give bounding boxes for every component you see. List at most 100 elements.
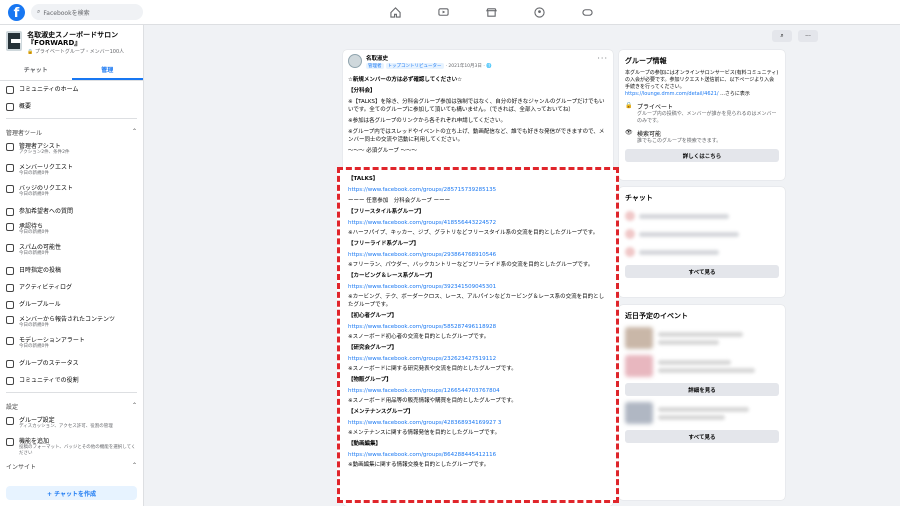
sidebar-item-status[interactable]: グループのステータス xyxy=(0,355,143,372)
group-description: 本グループの参加にはオンラインサロンサービス(有料コミュニティ)の入会が必要です… xyxy=(625,70,779,90)
sidebar-item-roles[interactable]: コミュニティでの役割 xyxy=(0,372,143,389)
event-item[interactable] xyxy=(625,355,779,377)
group-description: ※動画編集に関する情報交換を目的としたグループです。 xyxy=(348,462,490,468)
group-link[interactable]: https://www.facebook.com/groups/42836893… xyxy=(348,418,608,429)
member-request-icon xyxy=(6,164,14,172)
sidebar-item-home[interactable]: コミュニティのホーム xyxy=(0,81,143,98)
sidebar-item-questions[interactable]: 参加希望者への質問 xyxy=(0,203,143,220)
lounge-link[interactable]: https://lounge.dmm.com/detail/4621/ xyxy=(625,91,719,97)
search-icon: ⌕ xyxy=(780,32,784,39)
sidebar-item-member-request[interactable]: メンバーリクエスト 今日の新規0件 xyxy=(0,161,143,182)
see-all-events-button[interactable]: すべて見る xyxy=(625,430,779,443)
home-icon[interactable] xyxy=(388,5,402,19)
sidebar-item-label: メンバーリクエスト xyxy=(19,164,74,171)
group-link[interactable]: https://www.facebook.com/groups/29386476… xyxy=(348,250,608,261)
chat-card: チャット すべて見る xyxy=(619,187,785,297)
chevron-up-icon: ⌃ xyxy=(131,128,137,135)
avatar[interactable] xyxy=(348,54,362,68)
sidebar-item-sub: アクション2件、条件2件 xyxy=(19,150,70,155)
insights-section[interactable]: インサイト ⌃ xyxy=(0,456,143,474)
top-navbar: f ⌕ Facebookを検索 xyxy=(0,0,900,25)
create-chat-button[interactable]: + チャットを作成 xyxy=(6,486,137,500)
chat-item[interactable] xyxy=(625,225,779,243)
gaming-icon[interactable] xyxy=(580,5,594,19)
sidebar-item-assist[interactable]: 管理者アシスト アクション2件、条件2件 xyxy=(0,140,143,161)
chat-item[interactable] xyxy=(625,207,779,225)
group-link[interactable]: https://www.facebook.com/groups/58528749… xyxy=(348,322,608,333)
add-feature-icon xyxy=(6,438,14,446)
search-button[interactable]: ⌕ xyxy=(772,30,792,42)
group-link[interactable]: https://www.facebook.com/groups/86428844… xyxy=(348,450,608,461)
sidebar-item-label: 機能を追加 xyxy=(19,438,50,445)
tab-admin[interactable]: 管理 xyxy=(71,61,143,80)
sidebar-item-settings[interactable]: グループ設定 ディスカッション、アクセス許可、役割の管理 xyxy=(0,414,143,435)
sidebar-item-alert[interactable]: モデレーションアラート 今日の新規0件 xyxy=(0,334,143,355)
tab-chat[interactable]: チャット xyxy=(0,61,72,80)
post-paragraph: ※参加は各グループのリンクから各それぞれ申請してください。 xyxy=(348,118,506,124)
alert-icon xyxy=(6,337,14,345)
post-author[interactable]: 名取淑史 xyxy=(366,54,492,62)
sidebar-item-label: グループのステータス xyxy=(19,360,79,367)
post-paragraph: 【分科会】 xyxy=(348,88,376,94)
event-item[interactable] xyxy=(625,327,779,349)
group-heading: 【TALKS】 xyxy=(348,176,379,182)
group-link[interactable]: https://www.facebook.com/groups/41855644… xyxy=(348,218,608,229)
post-date[interactable]: · 2021年10月3日 · 🌐 xyxy=(446,63,492,69)
visibility-desc: 誰でもこのグループを検索できます。 xyxy=(637,138,722,144)
sidebar-item-rules[interactable]: グループルール xyxy=(0,296,143,313)
sidebar-item-overview[interactable]: 概要 xyxy=(0,98,143,115)
see-more-link[interactable]: ...さらに表示 xyxy=(720,91,750,97)
rules-icon xyxy=(6,300,14,309)
group-link[interactable]: https://www.facebook.com/groups/39234150… xyxy=(348,282,608,293)
sidebar-item-report[interactable]: メンバーから報告されたコンテンツ 今日の新規0件 xyxy=(0,313,143,334)
facebook-logo-icon[interactable]: f xyxy=(8,3,25,21)
group-description: ※フリーラン、パウダー、バックカントリーなどフリーライド系の交流を目的としたグル… xyxy=(348,262,594,268)
group-meta: 🔒 プライベートグループ・メンバー100人 xyxy=(27,49,125,55)
schedule-icon xyxy=(6,266,14,275)
spam-icon xyxy=(6,244,14,252)
settings-section[interactable]: 設定 ⌃ xyxy=(0,396,143,414)
log-icon xyxy=(6,283,14,292)
group-link[interactable]: https://www.facebook.com/groups/12665447… xyxy=(348,386,608,397)
sidebar-item-label: グループ設定 xyxy=(19,417,55,424)
group-description: ※カービング、テク、ボーダークロス、レース、アルパインなどカービング＆レース系の… xyxy=(348,294,605,308)
group-name[interactable]: 名取淑史スノーボードサロン『FORWARD』 xyxy=(27,31,137,47)
group-description: ※メンテナンスに関する情報発信を目的としたグループです。 xyxy=(348,430,501,436)
see-all-chats-button[interactable]: すべて見る xyxy=(625,265,779,278)
visibility-title: 検索可能 xyxy=(637,131,662,138)
video-icon[interactable] xyxy=(436,5,450,19)
lock-icon: 🔒 xyxy=(625,102,633,109)
chat-item[interactable] xyxy=(625,243,779,261)
sidebar-item-sub: ディスカッション、アクセス許可、役割の管理 xyxy=(19,424,113,429)
sidebar-item-sub: 今日の新規0件 xyxy=(19,344,49,349)
group-thumbnail[interactable] xyxy=(6,31,23,51)
sidebar-item-log[interactable]: アクティビティログ xyxy=(0,279,143,296)
report-icon xyxy=(6,316,14,324)
status-icon xyxy=(6,359,14,368)
group-description: ※ハーフパイプ、キッカー、ジブ、グラトリなどフリースタイル系の交流を目的としたグ… xyxy=(348,230,599,236)
event-details-button[interactable]: 詳細を見る xyxy=(625,383,779,396)
group-description: ※スノーボード用品等の販売情報や購買を目的としたグループです。 xyxy=(348,398,517,404)
sidebar-item-add-feature[interactable]: 機能を追加 投稿のフォーマット、バッジとその他の機能を選択してください xyxy=(0,435,143,456)
sidebar-item-schedule[interactable]: 日時指定の投稿 xyxy=(0,262,143,279)
sidebar-item-badge[interactable]: バッジのリクエスト 今日の新規0件 xyxy=(0,182,143,203)
highlighted-group-links: 【TALKS】 https://www.facebook.com/groups/2… xyxy=(337,167,619,503)
search-input[interactable]: ⌕ Facebookを検索 xyxy=(31,4,143,20)
group-description: ※スノーボードに関する研究発表や交流を目的としたグループです。 xyxy=(348,366,517,372)
sidebar-item-spam[interactable]: スパムの可能性 今日の新規0件 xyxy=(0,241,143,262)
admin-tools-section[interactable]: 管理者ツール ⌃ xyxy=(0,122,143,140)
group-link[interactable]: https://www.facebook.com/groups/23262342… xyxy=(348,354,608,365)
group-heading: 【カービング＆レース系グループ】 xyxy=(348,273,436,279)
privacy-desc: グループ内の投稿や、メンバーが誰かを見られるのはメンバーのみです。 xyxy=(637,111,777,124)
groups-icon[interactable] xyxy=(532,5,546,19)
search-icon: ⌕ xyxy=(37,8,41,15)
post-more-button[interactable]: ··· xyxy=(597,54,608,63)
more-button[interactable]: ··· xyxy=(798,30,818,42)
search-placeholder: Facebookを検索 xyxy=(43,9,90,17)
group-link[interactable]: https://www.facebook.com/groups/28571573… xyxy=(348,185,608,196)
sidebar-item-label: グループルール xyxy=(19,301,61,308)
marketplace-icon[interactable] xyxy=(484,5,498,19)
event-item[interactable] xyxy=(625,402,779,424)
details-button[interactable]: 詳しくはこちら xyxy=(625,149,779,162)
sidebar-item-pending[interactable]: 承認待ち 今日の新規0件 xyxy=(0,220,143,241)
